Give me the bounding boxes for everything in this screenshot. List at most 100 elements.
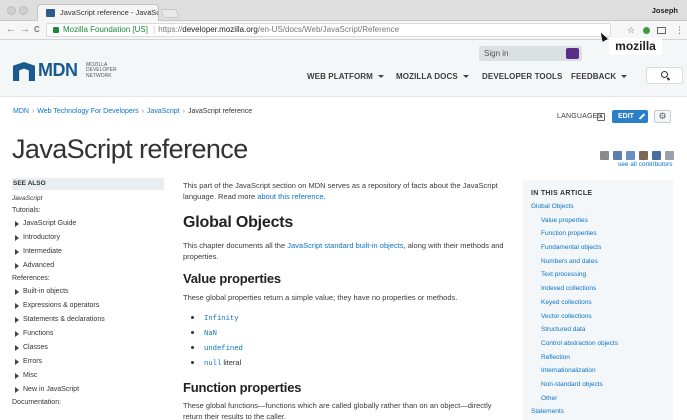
new-tab-button[interactable] bbox=[160, 9, 180, 18]
toc-item-indexed-collections[interactable]: Indexed collections bbox=[531, 282, 665, 296]
toc-item-value-properties[interactable]: Value properties bbox=[531, 214, 665, 228]
value-properties-paragraph: These global properties return a simple … bbox=[183, 293, 458, 302]
sidebar-item-functions[interactable]: Functions bbox=[12, 329, 164, 338]
contributor-avatar[interactable] bbox=[600, 151, 609, 160]
value-properties-heading: Value properties bbox=[183, 271, 281, 286]
sidebar-item-javascript-guide[interactable]: JavaScript Guide bbox=[12, 219, 164, 228]
sidebar-item-statements-declarations[interactable]: Statements & declarations bbox=[12, 315, 164, 324]
sidebar-tutorials-label: Tutorials: bbox=[12, 207, 41, 214]
extension-icon[interactable] bbox=[643, 27, 650, 34]
toc-item-non-standard-objects[interactable]: Non-standard objects bbox=[531, 378, 665, 392]
forward-icon[interactable]: → bbox=[20, 24, 30, 36]
contributor-avatar[interactable] bbox=[639, 151, 648, 160]
nav-developer-tools[interactable]: DEVELOPER TOOLS bbox=[482, 72, 562, 81]
toc-item-text-processing[interactable]: Text processing bbox=[531, 268, 665, 282]
sign-in-button[interactable]: Sign in bbox=[479, 46, 582, 61]
back-icon[interactable]: ← bbox=[6, 24, 16, 36]
toc-item-fundamental-objects[interactable]: Fundamental objects bbox=[531, 241, 665, 255]
sign-in-label: Sign in bbox=[484, 49, 509, 58]
nav-feedback-label: FEEDBACK bbox=[571, 72, 617, 81]
bookmark-star-icon[interactable]: ☆ bbox=[627, 24, 635, 36]
contributor-avatar[interactable] bbox=[665, 151, 674, 160]
minimize-window-icon[interactable] bbox=[19, 6, 28, 15]
sidebar-item-advanced[interactable]: Advanced bbox=[12, 261, 164, 270]
mdn-favicon-icon bbox=[46, 9, 55, 17]
breadcrumb-javascript[interactable]: JavaScript bbox=[147, 108, 180, 115]
expand-triangle-icon bbox=[15, 330, 19, 337]
breadcrumb-mdn[interactable]: MDN bbox=[13, 108, 29, 115]
toc-item-statements[interactable]: Statements bbox=[531, 405, 665, 419]
toc-item-numbers-and-dates[interactable]: Numbers and dates bbox=[531, 255, 665, 269]
nav-web-platform[interactable]: WEB PLATFORM bbox=[307, 72, 384, 81]
toc-item-other[interactable]: Other bbox=[531, 392, 665, 406]
intro-paragraph: This part of the JavaScript section on M… bbox=[183, 180, 505, 202]
toc-item-vector-collections[interactable]: Vector collections bbox=[531, 310, 665, 324]
sidebar-item-misc[interactable]: Misc bbox=[12, 371, 164, 380]
logo-text: MDN bbox=[38, 60, 78, 80]
close-window-icon[interactable] bbox=[7, 6, 16, 15]
nav-mozilla-docs-label: MOZILLA DOCS bbox=[396, 72, 458, 81]
see-all-contributors-link[interactable]: see all contributors bbox=[618, 161, 673, 168]
toc-list: Value properties Function properties Funda… bbox=[531, 214, 665, 406]
sidebar-item-classes[interactable]: Classes bbox=[12, 343, 164, 352]
nan-link[interactable]: NaN bbox=[204, 330, 217, 338]
mozilla-tab[interactable]: mozilla bbox=[609, 38, 662, 55]
undefined-link[interactable]: undefined bbox=[204, 345, 243, 353]
site-search-button[interactable] bbox=[646, 67, 683, 84]
built-in-objects-link[interactable]: JavaScript standard built-in objects bbox=[287, 241, 403, 250]
sidebar-item-built-in-objects[interactable]: Built-in objects bbox=[12, 287, 164, 296]
toc-item-control-abstraction-objects[interactable]: Control abstraction objects bbox=[531, 337, 665, 351]
breadcrumb-separator: › bbox=[141, 108, 144, 115]
sidebar-item-label: Introductory bbox=[23, 234, 60, 241]
sidebar-javascript-label[interactable]: JavaScript bbox=[12, 195, 164, 202]
tab-close-icon[interactable]: × bbox=[147, 5, 152, 20]
expand-triangle-icon bbox=[15, 234, 19, 241]
reload-icon[interactable]: C bbox=[34, 24, 40, 36]
sidebar-documentation-label: Documentation: bbox=[12, 399, 62, 406]
edit-button[interactable]: EDIT bbox=[612, 110, 648, 123]
toc-heading: IN THIS ARTICLE bbox=[531, 190, 593, 197]
profile-button[interactable]: Joseph bbox=[649, 4, 681, 17]
sidebar: SEE ALSO JavaScript Tutorials: JavaScrip… bbox=[12, 178, 164, 406]
list-item: undefined bbox=[191, 341, 505, 356]
lock-icon bbox=[53, 27, 59, 33]
tab-title: JavaScript reference - JavaSc bbox=[60, 8, 159, 17]
list-item: null literal bbox=[191, 356, 505, 371]
global-objects-paragraph: This chapter documents all the JavaScrip… bbox=[183, 240, 505, 262]
expand-triangle-icon bbox=[15, 372, 19, 379]
sidebar-references-list: Built-in objects Expressions & operators S… bbox=[12, 287, 164, 394]
expand-triangle-icon bbox=[15, 358, 19, 365]
browser-tab[interactable]: JavaScript reference - JavaSc × bbox=[37, 4, 159, 21]
table-of-contents: IN THIS ARTICLE Global Objects Value pro… bbox=[523, 180, 673, 420]
languages-button[interactable]: LANGUAGES bbox=[557, 113, 602, 120]
nav-feedback[interactable]: FEEDBACK bbox=[571, 72, 628, 81]
intro-text-end: . bbox=[323, 192, 326, 201]
sidebar-item-intermediate[interactable]: Intermediate bbox=[12, 247, 164, 256]
nav-mozilla-docs[interactable]: MOZILLA DOCS bbox=[396, 72, 469, 81]
cast-icon[interactable] bbox=[657, 27, 666, 34]
url-path: /en-US/docs/Web/JavaScript/Reference bbox=[257, 25, 400, 34]
sidebar-item-label: JavaScript Guide bbox=[23, 220, 77, 227]
breadcrumb-web-tech[interactable]: Web Technology For Developers bbox=[37, 108, 138, 115]
translate-icon[interactable]: A bbox=[597, 113, 605, 121]
sidebar-item-expressions-operators[interactable]: Expressions & operators bbox=[12, 301, 164, 310]
toc-item-reflection[interactable]: Reflection bbox=[531, 351, 665, 365]
toc-item-structured-data[interactable]: Structured data bbox=[531, 323, 665, 337]
contributor-avatar[interactable] bbox=[613, 151, 622, 160]
infinity-link[interactable]: Infinity bbox=[204, 315, 239, 323]
toc-item-internationalization[interactable]: Internationalization bbox=[531, 364, 665, 378]
sidebar-item-introductory[interactable]: Introductory bbox=[12, 233, 164, 242]
sidebar-item-new-in-javascript[interactable]: New in JavaScript bbox=[12, 385, 164, 394]
settings-gear-button[interactable]: ⚙ bbox=[654, 110, 671, 123]
browser-menu-icon[interactable]: ⋮ bbox=[675, 24, 684, 36]
toc-item-function-properties[interactable]: Function properties bbox=[531, 227, 665, 241]
null-link[interactable]: null bbox=[204, 360, 221, 368]
contributor-avatar[interactable] bbox=[626, 151, 635, 160]
function-properties-heading: Function properties bbox=[183, 380, 302, 395]
sidebar-item-errors[interactable]: Errors bbox=[12, 357, 164, 366]
toc-item-global-objects[interactable]: Global Objects bbox=[531, 200, 665, 214]
about-reference-link[interactable]: about this reference bbox=[257, 192, 323, 201]
contributor-avatar[interactable] bbox=[652, 151, 661, 160]
address-bar[interactable]: Mozilla Foundation [US] | https://develop… bbox=[46, 23, 611, 37]
toc-item-keyed-collections[interactable]: Keyed collections bbox=[531, 296, 665, 310]
